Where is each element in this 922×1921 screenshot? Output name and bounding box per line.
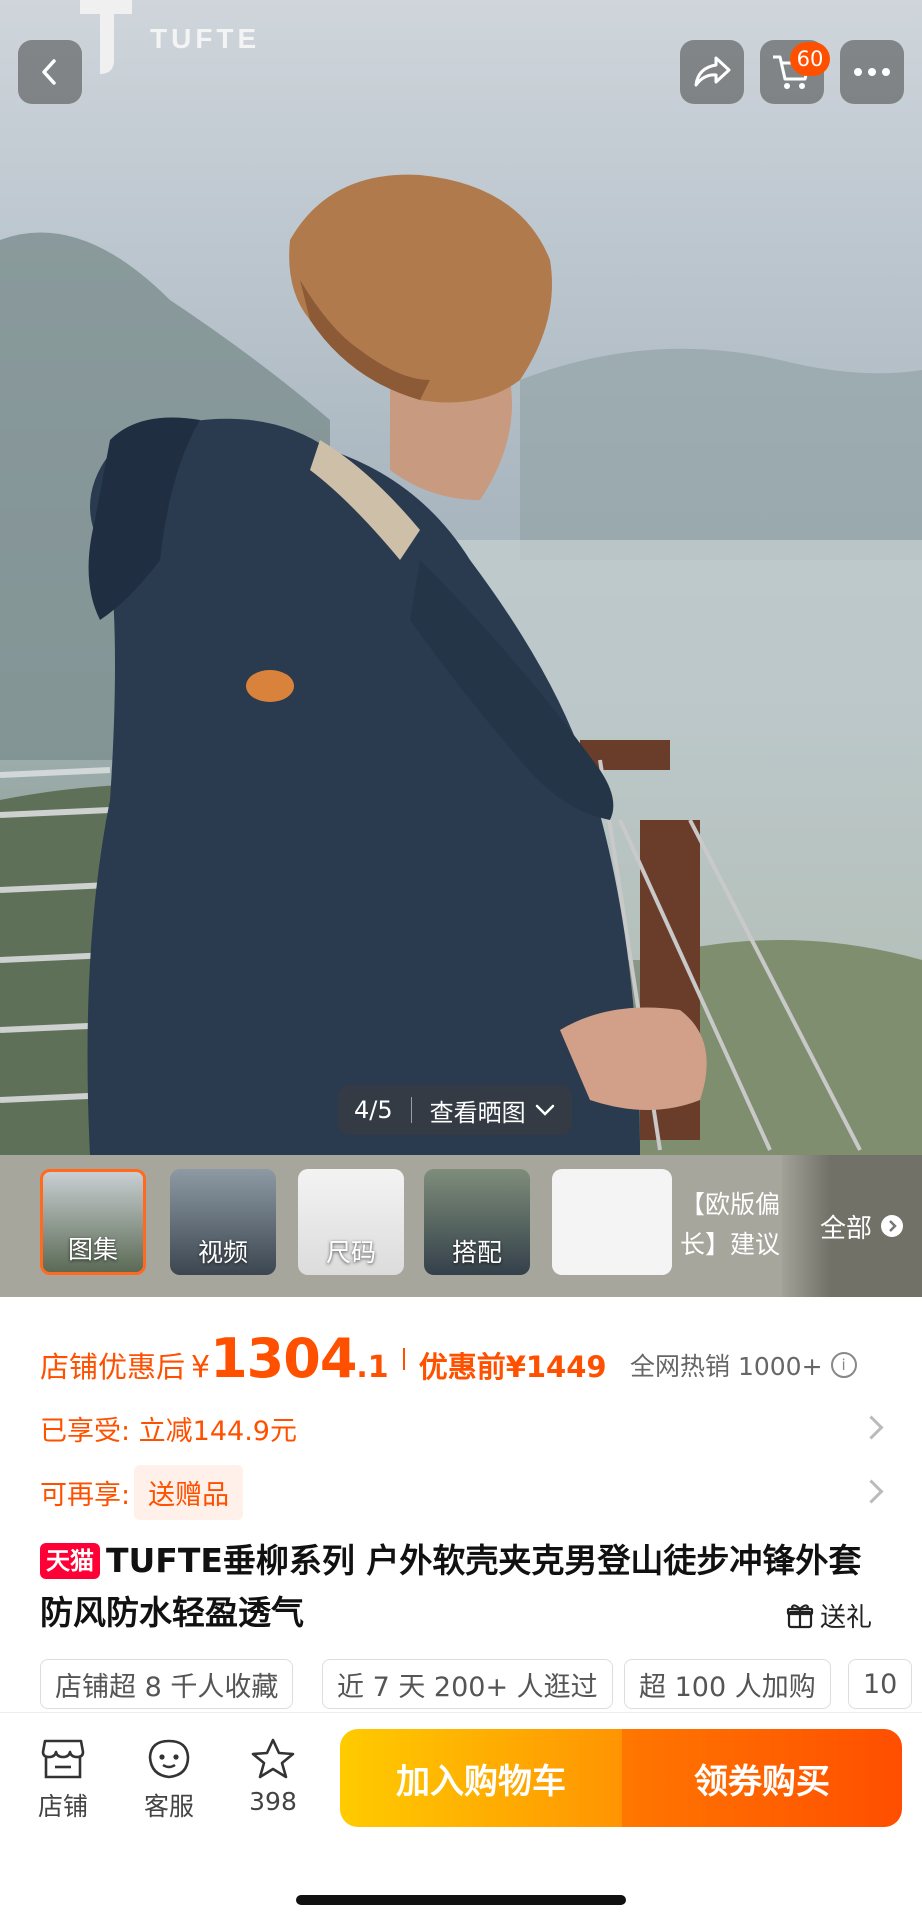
- favorite-button[interactable]: 398: [228, 1737, 318, 1816]
- price-divider: [402, 1347, 405, 1370]
- price-row: 店铺优惠后 ¥ 1304 .1 优惠前 ¥1449: [40, 1327, 607, 1390]
- info-icon: i: [830, 1352, 857, 1378]
- product-image[interactable]: TUFTE 60 4/5 查看晒图: [0, 0, 922, 1155]
- tag-list: 店铺超 8 千人收藏 近 7 天 200+ 人逛过 超 100 人加购 10: [40, 1659, 922, 1711]
- chevron-right-icon: [859, 1479, 884, 1504]
- currency-symbol: ¥: [191, 1350, 211, 1385]
- customer-service-button[interactable]: 客服: [124, 1737, 214, 1823]
- thumb-outfit[interactable]: 搭配: [424, 1169, 530, 1275]
- view-all-button[interactable]: 全部: [782, 1155, 922, 1297]
- thumb-label: 视频: [197, 1238, 248, 1267]
- share-button[interactable]: [680, 40, 744, 104]
- brand-name: TUFTE: [150, 23, 261, 54]
- product-title: 天猫 TUFTE垂柳系列 户外软壳夹克男登山徒步冲锋外套防风防水轻盈透气: [40, 1535, 870, 1639]
- more-dots-icon: [854, 68, 890, 76]
- more-discount-row[interactable]: 可再享: 送赠品: [40, 1465, 244, 1520]
- chevron-right-icon: [859, 1415, 884, 1440]
- back-button[interactable]: [18, 40, 82, 104]
- customer-service-icon: [148, 1739, 190, 1779]
- thumbnail-strip: 图集 视频 尺码 搭配 【欧版偏长】建议 全部: [0, 1155, 922, 1297]
- price-after-label: 店铺优惠后: [40, 1350, 186, 1384]
- pager-divider: [410, 1097, 412, 1123]
- price-before-value: ¥1449: [505, 1350, 607, 1384]
- thumb-note: 【欧版偏长】建议: [680, 1190, 781, 1259]
- tmall-badge: 天猫: [40, 1543, 100, 1579]
- more-discount-label: 可再享:: [40, 1480, 131, 1511]
- thumb-video[interactable]: 视频: [170, 1169, 276, 1275]
- thumb-gallery[interactable]: 图集: [40, 1169, 146, 1275]
- price-before-label: 优惠前: [418, 1350, 506, 1384]
- shop-icon: [41, 1739, 85, 1779]
- view-all-label: 全部: [819, 1213, 872, 1244]
- gallery-pager[interactable]: 4/5 查看晒图: [338, 1085, 572, 1135]
- gift-icon: [786, 1603, 814, 1628]
- favorite-count: 398: [249, 1787, 297, 1816]
- brand-logo: TUFTE: [80, 0, 260, 78]
- thumb-label: 搭配: [451, 1238, 502, 1267]
- shop-label: 店铺: [37, 1792, 88, 1821]
- tag-item[interactable]: 店铺超 8 千人收藏: [40, 1659, 294, 1709]
- tufte-logo-icon: [80, 0, 132, 74]
- thumb-label: 尺码: [325, 1238, 376, 1267]
- buy-with-coupon-button[interactable]: 领券购买: [622, 1729, 902, 1827]
- product-title-text: TUFTE垂柳系列 户外软壳夹克男登山徒步冲锋外套防风防水轻盈透气: [40, 1541, 862, 1632]
- sales-text: 全网热销 1000+: [630, 1352, 823, 1381]
- discount-enjoyed[interactable]: 已享受: 立减144.9元: [40, 1409, 297, 1448]
- add-to-cart-button[interactable]: 加入购物车: [340, 1729, 622, 1827]
- thumb-size[interactable]: 尺码: [298, 1169, 404, 1275]
- page-indicator: 4/5: [354, 1096, 393, 1124]
- product-photo: [0, 174, 922, 1155]
- send-gift-button[interactable]: 送礼: [786, 1597, 872, 1634]
- bottom-action-bar: 店铺 客服 398 加入购物车 领券购买: [0, 1712, 922, 1921]
- price-decimal: .1: [356, 1350, 389, 1385]
- view-photos-label: 查看晒图: [429, 1098, 526, 1127]
- tag-item[interactable]: 近 7 天 200+ 人逛过: [322, 1659, 613, 1709]
- cart-count-badge: 60: [790, 42, 830, 76]
- tag-item[interactable]: 10: [848, 1659, 913, 1709]
- chevron-down-icon: [535, 1104, 554, 1116]
- send-gift-label: 送礼: [820, 1603, 873, 1633]
- chevron-right-circle-icon: [881, 1215, 903, 1237]
- home-indicator: [296, 1895, 626, 1905]
- gift-tag: 送赠品: [134, 1465, 244, 1520]
- chevron-left-icon: [42, 59, 56, 85]
- sales-info[interactable]: 全网热销 1000+ i: [630, 1347, 857, 1383]
- shop-button[interactable]: 店铺: [18, 1737, 108, 1823]
- customer-service-label: 客服: [143, 1792, 194, 1821]
- star-icon: [251, 1738, 295, 1779]
- thumb-size-chart[interactable]: [552, 1169, 672, 1275]
- thumb-label: 图集: [67, 1235, 118, 1264]
- tag-item[interactable]: 超 100 人加购: [624, 1659, 831, 1709]
- more-button[interactable]: [840, 40, 904, 104]
- share-icon: [694, 56, 731, 87]
- price-amount: 1304: [210, 1327, 357, 1390]
